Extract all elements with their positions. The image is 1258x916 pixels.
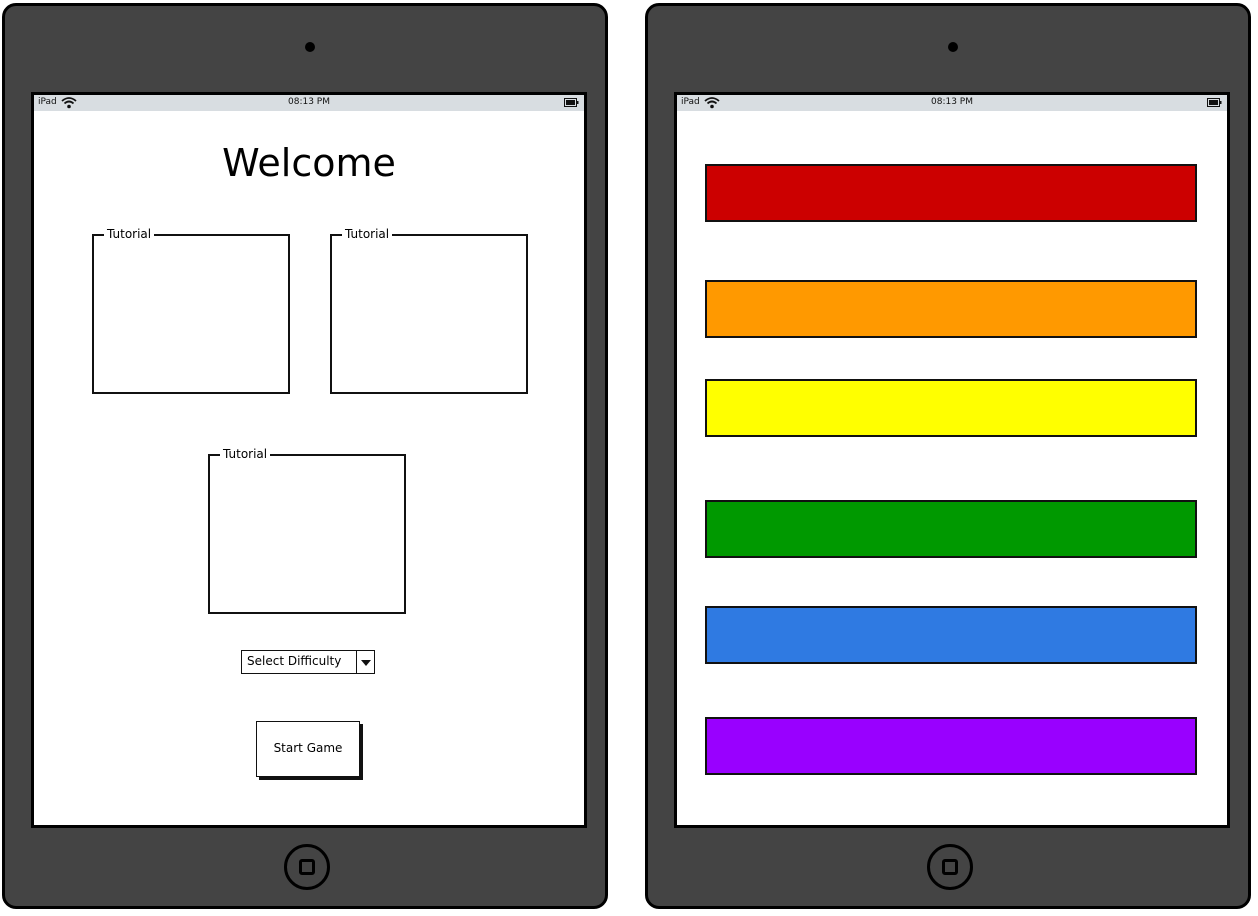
home-square-icon xyxy=(942,859,958,875)
left-ipad-frame: iPad 08:13 PM Welcome Tutorial Tutorial … xyxy=(2,3,608,909)
color-bar-yellow[interactable] xyxy=(705,379,1197,437)
color-bar-orange[interactable] xyxy=(705,280,1197,338)
battery-icon xyxy=(1207,98,1222,107)
chevron-down-icon[interactable] xyxy=(356,651,374,673)
camera-icon xyxy=(948,42,958,52)
battery-icon xyxy=(564,98,579,107)
right-ipad-screen: iPad 08:13 PM xyxy=(674,92,1230,828)
home-button[interactable] xyxy=(284,844,330,890)
home-button[interactable] xyxy=(927,844,973,890)
tutorial-label: Tutorial xyxy=(342,226,393,242)
page-title: Welcome xyxy=(222,141,396,185)
right-ipad-frame: iPad 08:13 PM xyxy=(645,3,1251,909)
color-bar-purple[interactable] xyxy=(705,717,1197,775)
status-bar: iPad 08:13 PM xyxy=(677,95,1227,111)
color-bar-red[interactable] xyxy=(705,164,1197,222)
tutorial-label: Tutorial xyxy=(220,446,271,462)
tutorial-panel-1[interactable]: Tutorial xyxy=(92,226,290,394)
difficulty-select[interactable]: Select Difficulty xyxy=(241,650,375,674)
tutorial-panel-3[interactable]: Tutorial xyxy=(208,446,406,614)
camera-icon xyxy=(305,42,315,52)
home-square-icon xyxy=(299,859,315,875)
tutorial-label: Tutorial xyxy=(104,226,155,242)
tutorial-panel-2[interactable]: Tutorial xyxy=(330,226,528,394)
difficulty-select-value: Select Difficulty xyxy=(247,654,342,668)
color-bar-green[interactable] xyxy=(705,500,1197,558)
status-bar: iPad 08:13 PM xyxy=(34,95,584,111)
left-ipad-screen: iPad 08:13 PM Welcome Tutorial Tutorial … xyxy=(31,92,587,828)
status-time: 08:13 PM xyxy=(931,97,973,107)
status-time: 08:13 PM xyxy=(288,97,330,107)
color-bar-blue[interactable] xyxy=(705,606,1197,664)
start-game-button[interactable]: Start Game xyxy=(256,721,360,777)
